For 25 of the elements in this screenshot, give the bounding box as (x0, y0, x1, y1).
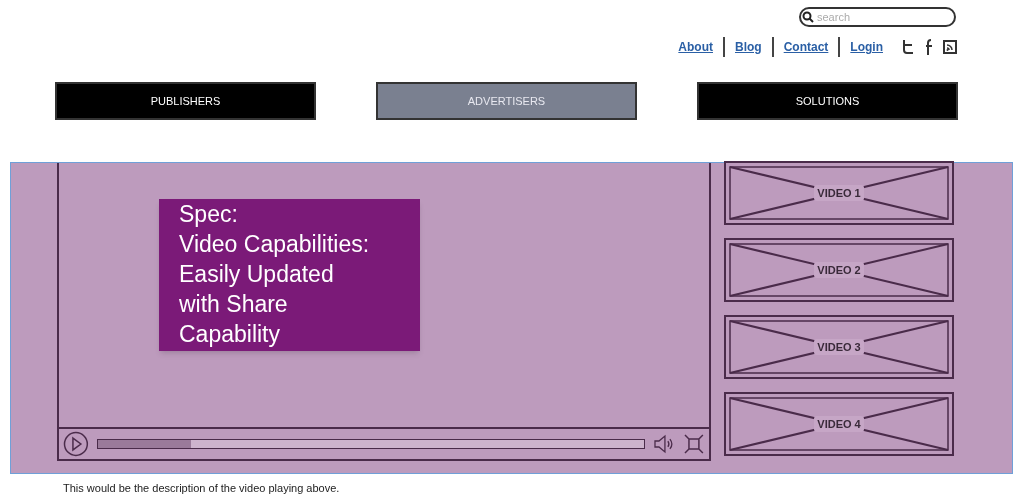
play-icon[interactable] (63, 431, 89, 457)
video-label: VIDEO 2 (814, 261, 864, 279)
video-label: VIDEO 1 (814, 184, 864, 202)
video-thumbnail[interactable]: VIDEO 3 (724, 315, 954, 379)
nav-tab[interactable]: ADVERTISERS (376, 82, 637, 120)
spec-note: Spec: Video Capabilities: Easily Updated with Share Capability (159, 199, 420, 351)
video-label: VIDEO 3 (814, 338, 864, 356)
nav-link[interactable]: Contact (783, 38, 829, 56)
bird-icon[interactable] (901, 39, 915, 55)
search-field[interactable]: search (799, 7, 956, 27)
nav-tab[interactable]: PUBLISHERS (55, 82, 316, 120)
fullscreen-icon[interactable] (683, 433, 705, 455)
video-description: This would be the description of the video playing above. (63, 482, 340, 494)
nav-link[interactable]: About (678, 38, 713, 56)
nav-link[interactable]: Login (850, 38, 883, 56)
progress-bar[interactable] (96, 439, 646, 449)
video-label: VIDEO 4 (814, 415, 864, 433)
video-thumbnail[interactable]: VIDEO 4 (724, 392, 954, 456)
search-icon (802, 11, 814, 23)
nav-link[interactable]: Blog (735, 38, 762, 56)
video-thumbnail[interactable]: VIDEO 1 (724, 161, 954, 225)
rss-icon[interactable] (943, 40, 957, 54)
video-thumbnail[interactable]: VIDEO 2 (724, 238, 954, 302)
nav-tab[interactable]: SOLUTIONS (697, 82, 958, 120)
facebook-icon[interactable] (925, 39, 933, 55)
